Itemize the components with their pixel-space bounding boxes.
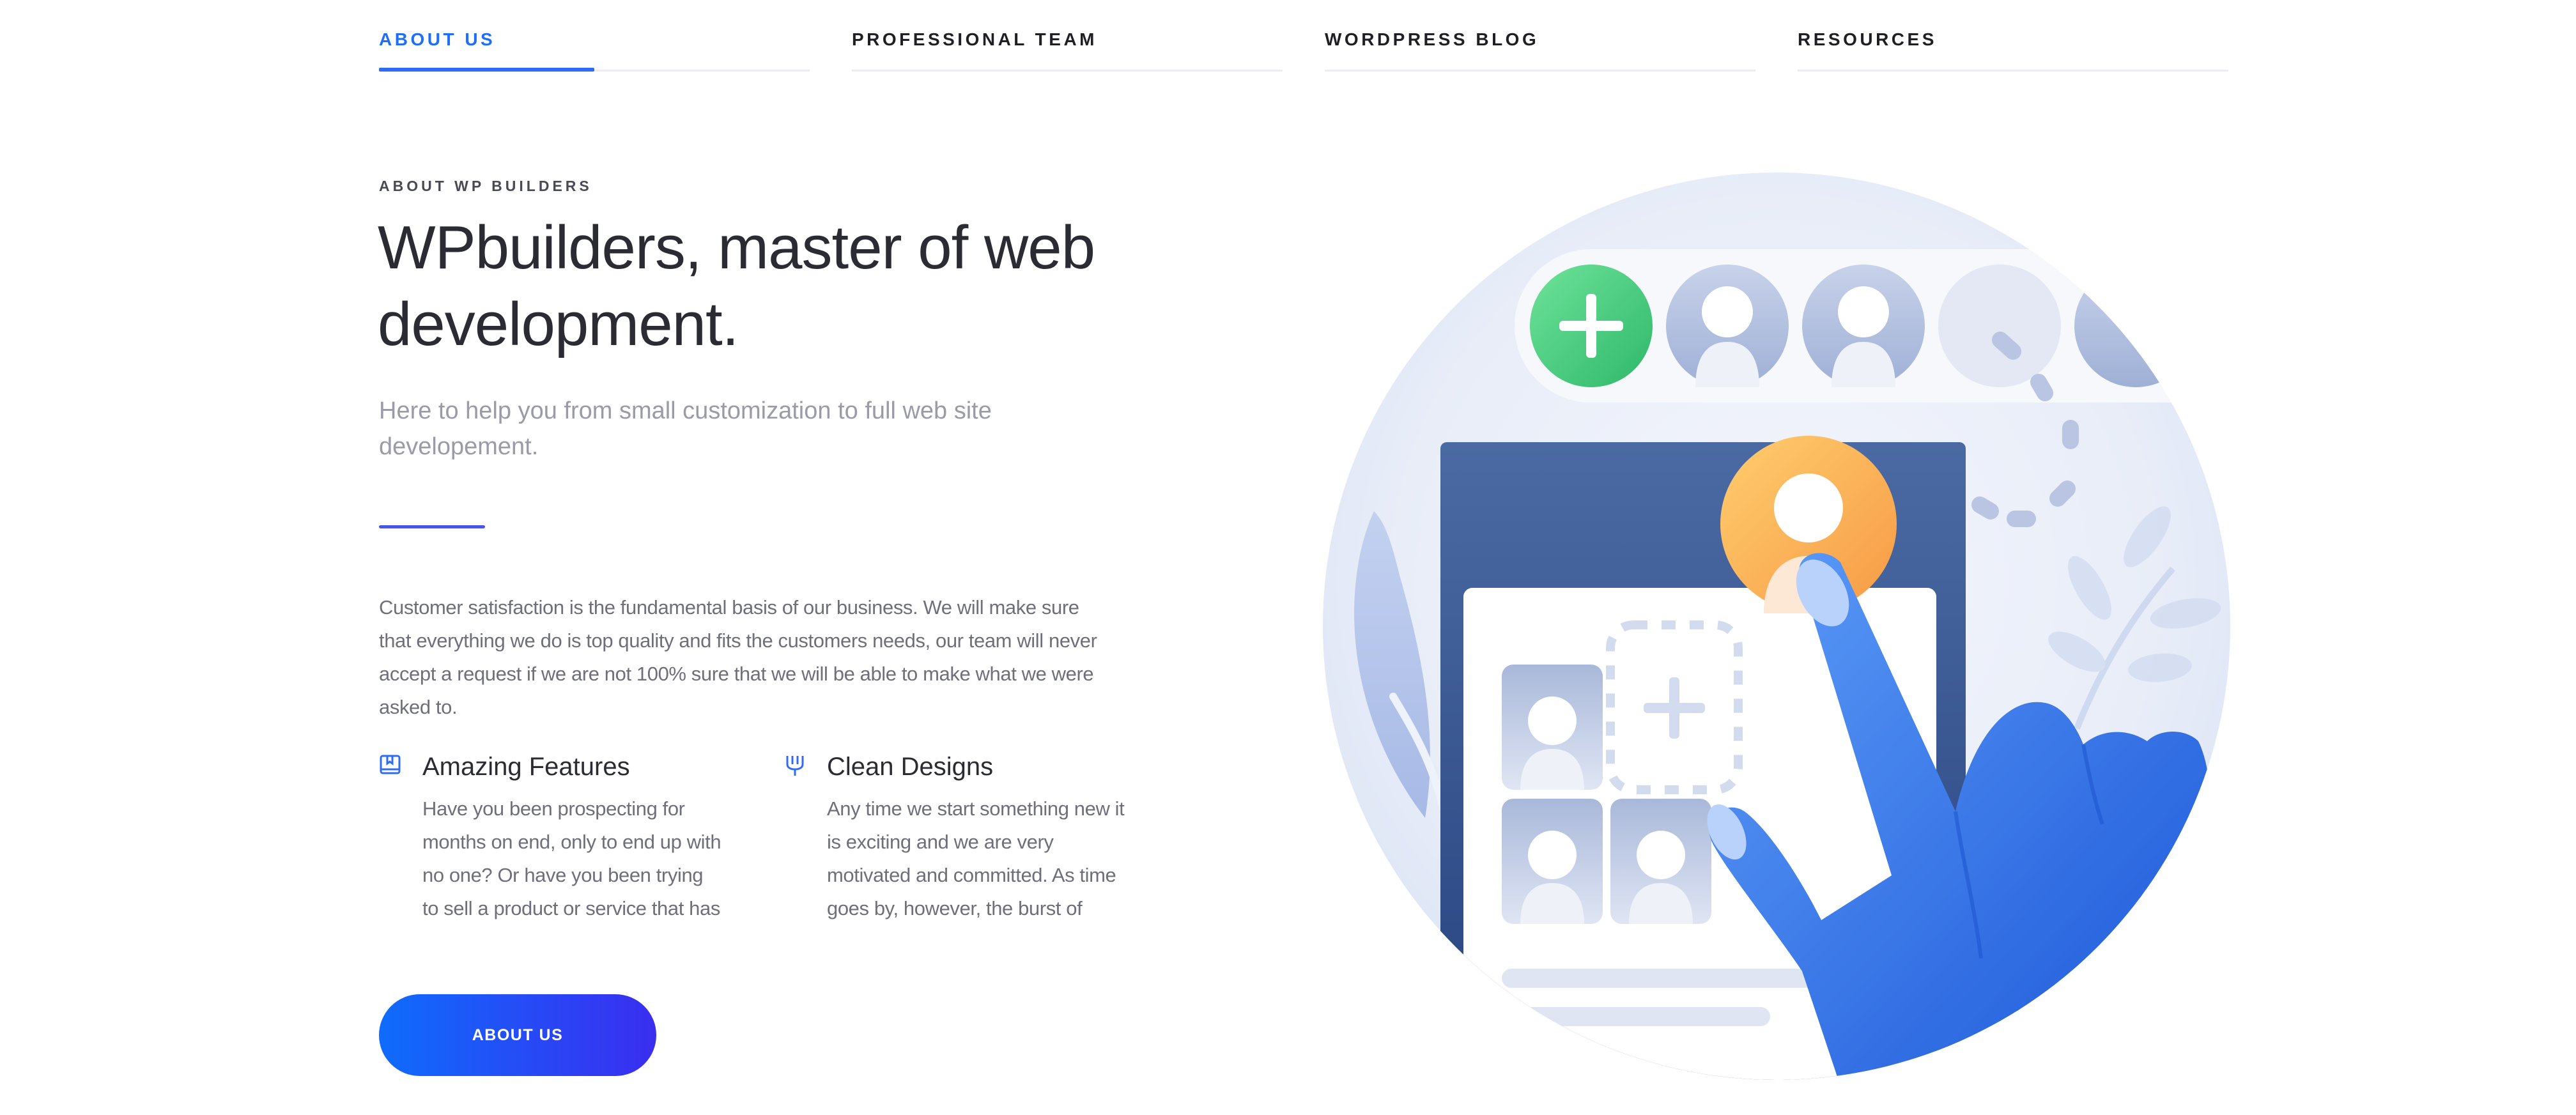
tab-about-us[interactable]: ABOUT US xyxy=(379,0,810,72)
tab-label: ABOUT US xyxy=(379,29,496,49)
page-title: WPbuilders, master of web development. xyxy=(378,213,1095,358)
title-divider xyxy=(379,525,485,528)
feature-title: Amazing Features xyxy=(422,753,630,781)
tab-underline xyxy=(1798,70,2228,72)
tab-resources[interactable]: RESOURCES xyxy=(1798,0,2228,72)
avatar-icon xyxy=(1666,265,1789,387)
avatar-icon xyxy=(1802,265,1925,387)
page-subtitle: Here to help you from small customizatio… xyxy=(379,397,992,460)
tab-underline xyxy=(852,70,1283,72)
book-icon xyxy=(379,754,402,777)
avatar-icon xyxy=(2074,265,2197,387)
tab-label: RESOURCES xyxy=(1798,29,1937,49)
tab-bar: ABOUT US PROFESSIONAL TEAM WORDPRESS BLO… xyxy=(379,0,2229,72)
placeholder-avatar xyxy=(1938,265,2061,387)
feature-description: Have you been prospecting for months on … xyxy=(422,797,721,919)
tab-professional-team[interactable]: PROFESSIONAL TEAM xyxy=(852,0,1283,72)
tab-wordpress-blog[interactable]: WORDPRESS BLOG xyxy=(1325,0,1755,72)
team-illustration xyxy=(1323,173,2230,1080)
about-us-button[interactable]: ABOUT US xyxy=(379,994,656,1076)
feature-description: Any time we start something new it is ex… xyxy=(827,797,1125,919)
about-description: Customer satisfaction is the fundamental… xyxy=(379,596,1097,718)
tab-active-indicator xyxy=(379,68,594,72)
tab-label: WORDPRESS BLOG xyxy=(1325,29,1539,49)
feature-title: Clean Designs xyxy=(827,753,994,781)
tab-label: PROFESSIONAL TEAM xyxy=(852,29,1098,49)
about-section: ABOUT US PROFESSIONAL TEAM WORDPRESS BLO… xyxy=(0,0,2576,1115)
fork-icon xyxy=(783,754,806,777)
tab-underline xyxy=(1325,70,1755,72)
section-eyebrow: ABOUT WP BUILDERS xyxy=(379,178,592,194)
